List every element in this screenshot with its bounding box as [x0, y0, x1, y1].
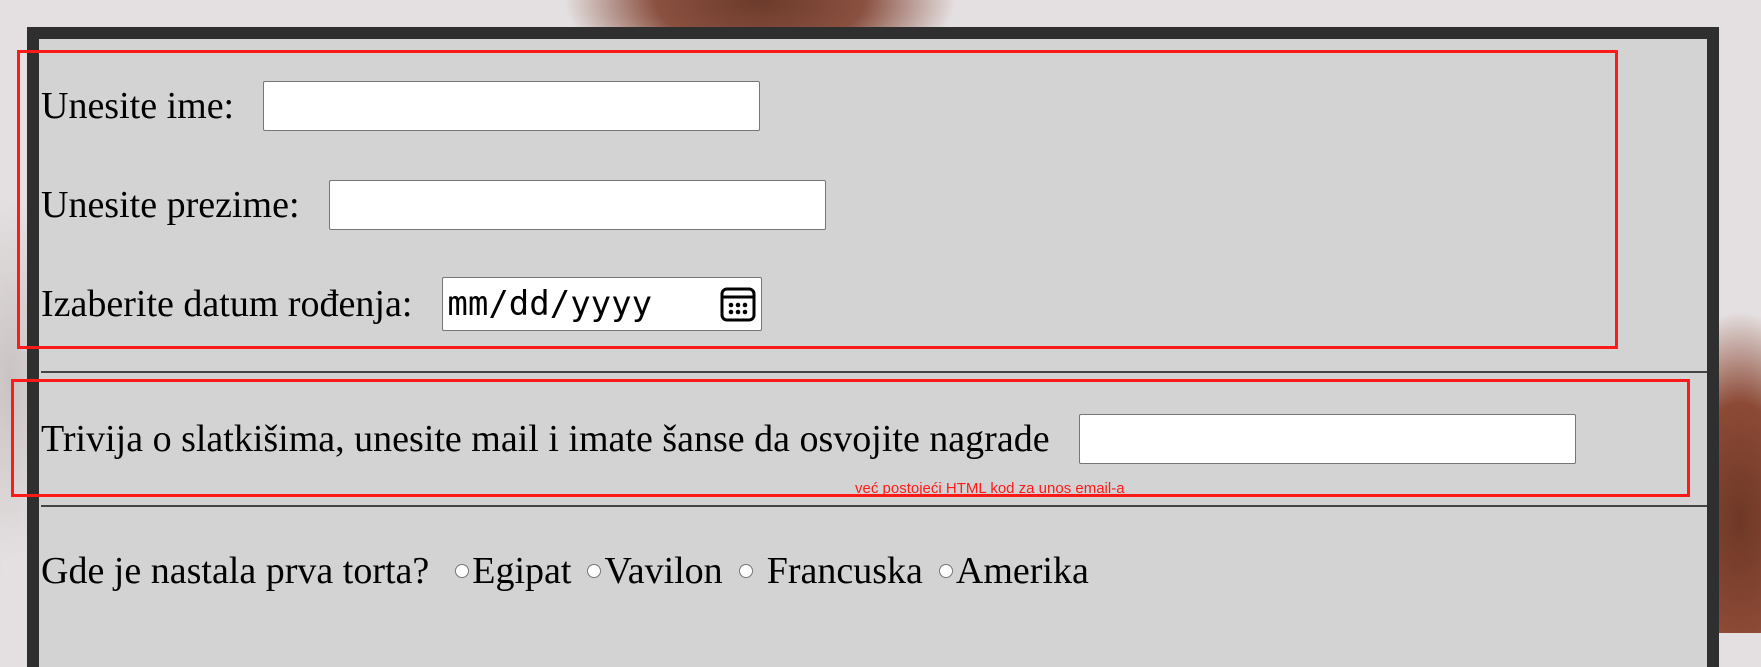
radio-button[interactable]	[738, 564, 753, 578]
radio-button[interactable]	[455, 564, 470, 578]
divider	[41, 371, 1707, 373]
annotation-note: već postojeći HTML kod za unos email-a	[855, 480, 1125, 497]
option-egipat[interactable]: Egipat	[455, 549, 571, 593]
option-label: Amerika	[955, 550, 1089, 592]
annotation-box-personal-info	[17, 50, 1618, 349]
radio-button[interactable]	[938, 564, 953, 578]
radio-button[interactable]	[587, 564, 602, 578]
option-label: Vavilon	[604, 550, 723, 592]
divider	[41, 505, 1707, 507]
option-label: Egipat	[472, 550, 572, 592]
annotation-box-email	[11, 379, 1690, 497]
option-francuska[interactable]: Francuska	[738, 549, 923, 593]
question-row: Gde je nastala prva torta? Egipat Vavilo…	[41, 548, 1089, 594]
question-label: Gde je nastala prva torta?	[41, 550, 430, 592]
option-amerika[interactable]: Amerika	[938, 549, 1089, 593]
option-label: Francuska	[766, 550, 923, 592]
option-vavilon[interactable]: Vavilon	[587, 549, 723, 593]
